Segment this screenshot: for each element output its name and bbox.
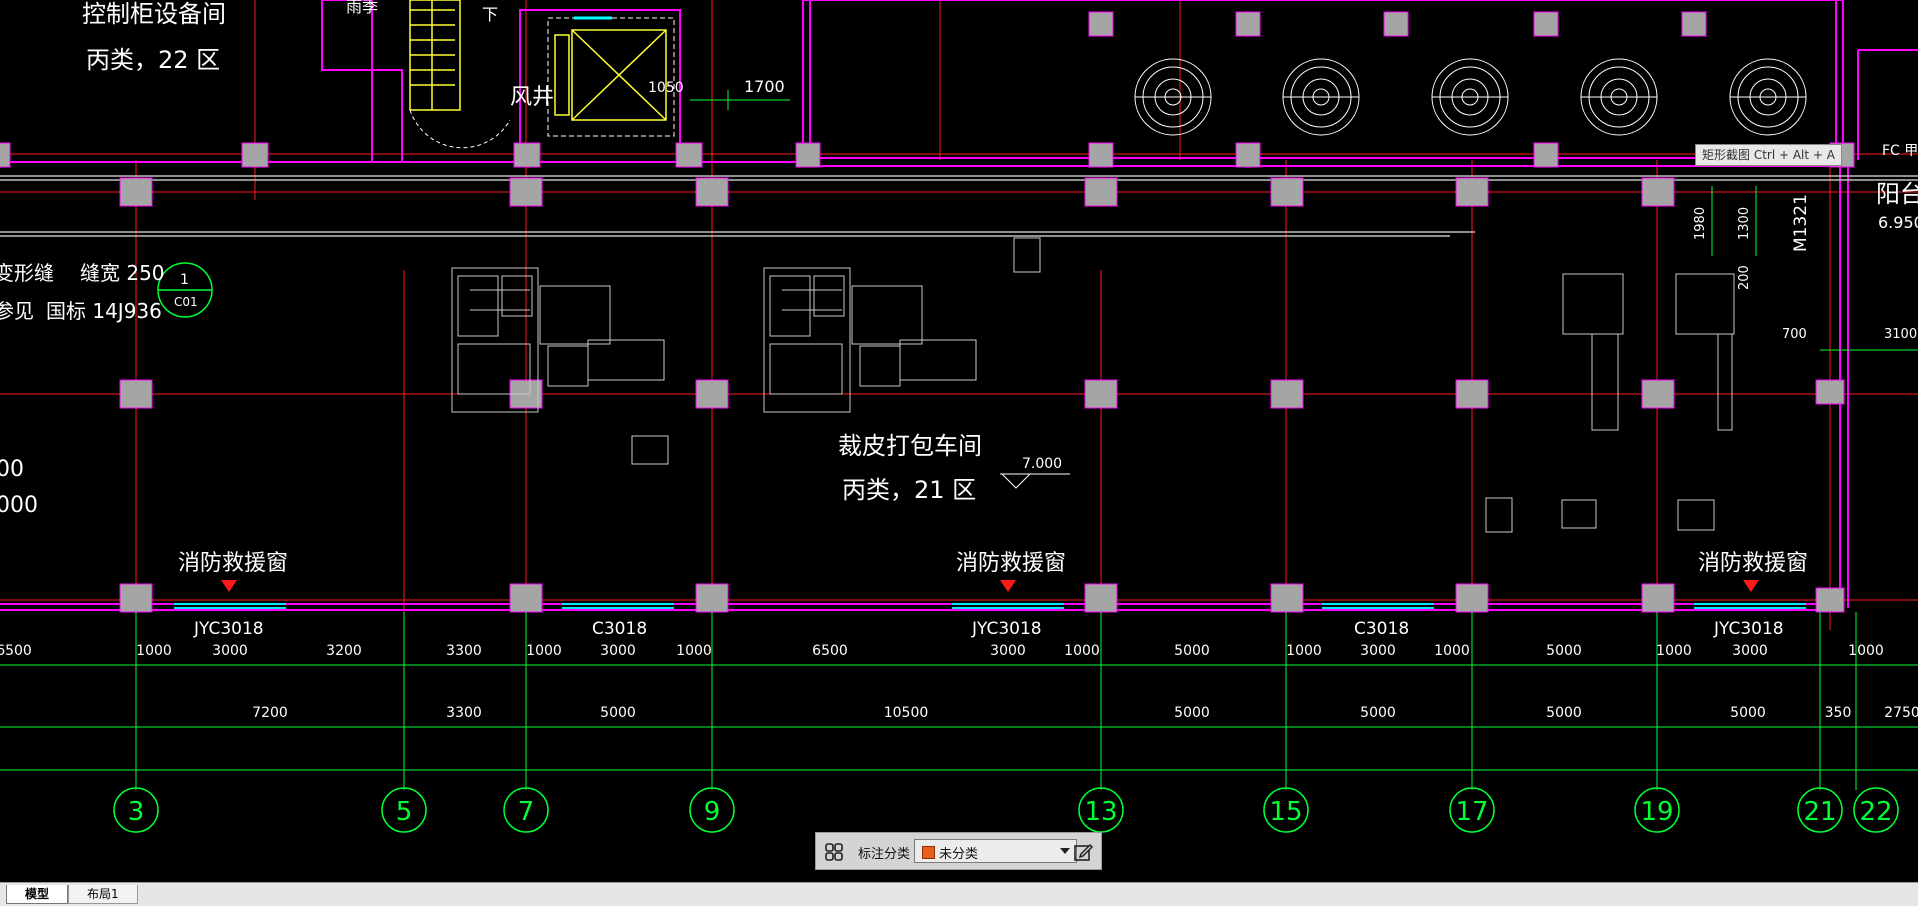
dim-value: 3000: [990, 643, 1026, 659]
dim-value: 350: [1825, 705, 1852, 721]
axis-label: 13: [1084, 797, 1117, 827]
room-small-label: 雨季: [346, 0, 378, 16]
annotation-category-label: 标注分类: [858, 847, 911, 862]
window-label: JYC3018: [971, 619, 1042, 639]
annotation-category-select[interactable]: 未分类: [914, 839, 1077, 863]
dim-value: 1000: [1848, 643, 1884, 659]
dim-1050: 1050: [648, 80, 684, 96]
rescue-window-label: 消防救援窗: [1698, 551, 1808, 576]
left-edge-value-2: 000: [0, 493, 38, 518]
dim-value: 1000: [1656, 643, 1692, 659]
dim-value: 10500: [884, 705, 929, 721]
axis-label: 22: [1859, 797, 1892, 827]
dim-value: 1000: [1286, 643, 1322, 659]
grid-icon[interactable]: [822, 840, 846, 864]
axis-label: 19: [1640, 797, 1673, 827]
detail-callout-ref: C01: [174, 295, 198, 309]
window-label: JYC3018: [1713, 619, 1784, 639]
chevron-down-icon: [1060, 848, 1070, 854]
side-dim: 3100: [1884, 327, 1917, 342]
dim-value: 3000: [1360, 643, 1396, 659]
rescue-window-label: 消防救援窗: [178, 551, 288, 576]
dim-value: 5000: [600, 705, 636, 721]
category-color-swatch: [922, 846, 935, 859]
dim-value: 3000: [1732, 643, 1768, 659]
joint-note-1: 变形缝: [0, 261, 54, 285]
joint-note-4: 国标 14J936: [46, 299, 162, 323]
side-dim: 700: [1782, 327, 1807, 342]
dim-value: 5000: [1730, 705, 1766, 721]
dim-value: 7200: [252, 705, 288, 721]
tab-layout1[interactable]: 布局1: [68, 885, 138, 904]
dim-value: 1000: [136, 643, 172, 659]
balcony-level: 6.950: [1878, 213, 1918, 232]
axis-label: 17: [1455, 797, 1488, 827]
dim-value: 2750: [1884, 705, 1918, 721]
rescue-window-label: 消防救援窗: [956, 551, 1066, 576]
room-name-top-left: 控制柜设备间: [82, 0, 226, 28]
left-edge-value-1: 00: [0, 457, 24, 482]
screenshot-tooltip: 矩形截图 Ctrl + Alt + A: [1695, 144, 1842, 166]
detail-callout-num: 1: [180, 272, 189, 288]
layout-tab-bar: 模型 布局1: [0, 882, 1918, 906]
dim-value: 5000: [1174, 643, 1210, 659]
dim-value: 3300: [446, 705, 482, 721]
workshop-name: 裁皮打包车间: [838, 432, 982, 460]
cad-drawing-canvas[interactable]: 3 5 7 9 13 15 17 19 21 22 控制柜设备间 丙类，22 区…: [0, 0, 1918, 882]
side-dim: 1980: [1693, 207, 1708, 240]
joint-note-3: 参见: [0, 299, 34, 323]
dim-value: 6500: [0, 643, 32, 659]
dim-value: 1000: [1064, 643, 1100, 659]
workshop-class: 丙类，21 区: [842, 476, 976, 504]
dim-value: 3000: [600, 643, 636, 659]
dim-value: 1000: [676, 643, 712, 659]
dim-1700: 1700: [744, 77, 785, 96]
level-mark: 7.000: [1022, 456, 1062, 472]
edit-icon[interactable]: [1071, 840, 1095, 864]
shaft-label: 风井: [510, 85, 554, 110]
room-class-top-left: 丙类，22 区: [86, 46, 220, 74]
tab-model[interactable]: 模型: [6, 885, 69, 904]
window-label: C3018: [592, 619, 647, 639]
dim-value: 3000: [212, 643, 248, 659]
dim-value: 5000: [1546, 643, 1582, 659]
dim-value: 6500: [812, 643, 848, 659]
dim-value: 3300: [446, 643, 482, 659]
axis-label: 7: [518, 797, 535, 827]
annotation-toolbar: 标注分类 未分类: [815, 832, 1102, 870]
fc-label: FC 甲: [1882, 143, 1918, 159]
balcony-name: 阳台: [1876, 180, 1918, 208]
dim-value: 5000: [1360, 705, 1396, 721]
side-dim: 1300: [1737, 207, 1752, 240]
dim-value: 3200: [326, 643, 362, 659]
stair-down-label: 下: [482, 5, 498, 24]
joint-note-2: 缝宽 250: [80, 261, 165, 285]
dim-value: 5000: [1546, 705, 1582, 721]
axis-label: 5: [396, 797, 413, 827]
window-label: C3018: [1354, 619, 1409, 639]
axis-label: 3: [128, 797, 145, 827]
axis-label: 15: [1269, 797, 1302, 827]
category-selected-value: 未分类: [939, 847, 979, 862]
dim-value: 1000: [526, 643, 562, 659]
side-dim: 200: [1737, 265, 1752, 290]
dim-value: 5000: [1174, 705, 1210, 721]
axis-label: 21: [1803, 797, 1836, 827]
door-label: M1321: [1791, 194, 1811, 252]
dim-value: 1000: [1434, 643, 1470, 659]
axis-label: 9: [704, 797, 721, 827]
window-label: JYC3018: [193, 619, 264, 639]
